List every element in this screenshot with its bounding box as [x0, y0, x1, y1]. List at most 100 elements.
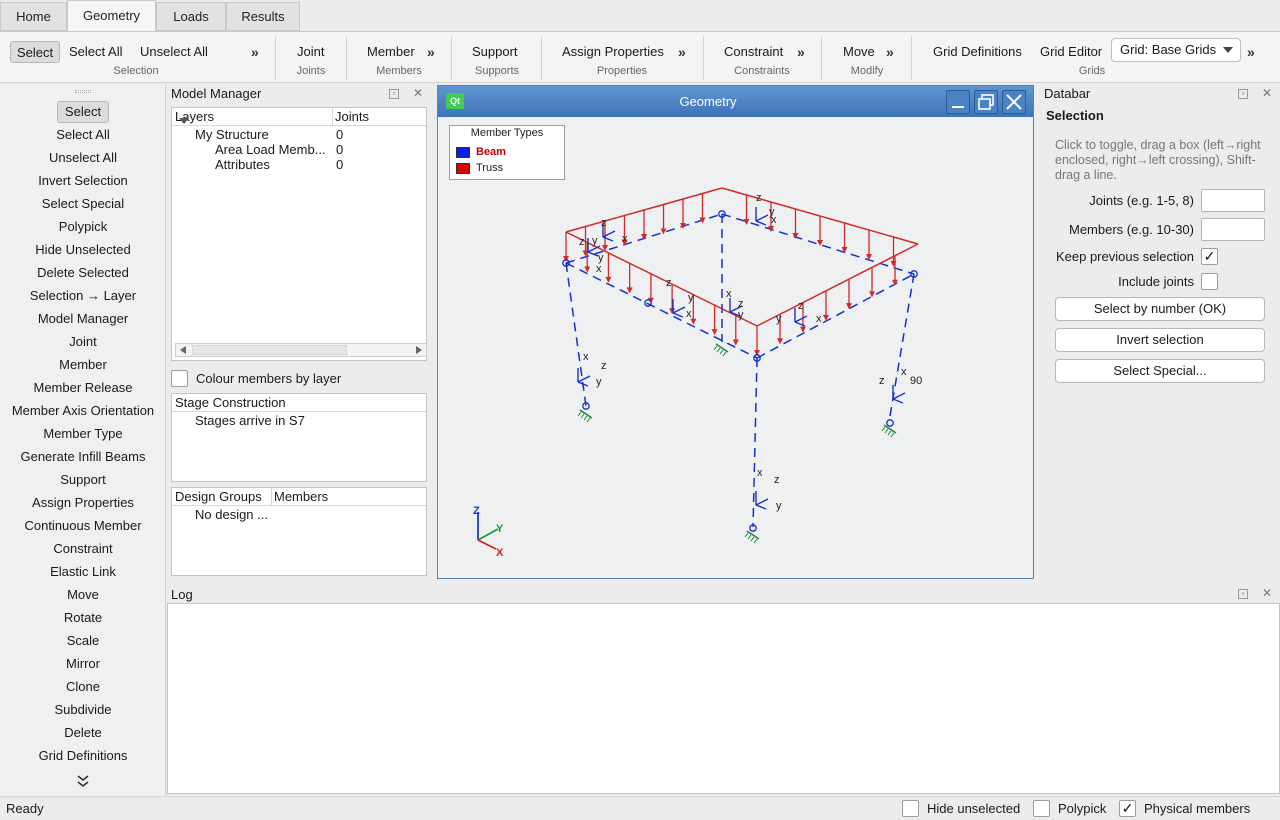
ribbon-grid-editor-button[interactable]: Grid Editor — [1040, 41, 1102, 63]
command-move[interactable]: Move — [0, 584, 166, 606]
command-unselect-all[interactable]: Unselect All — [0, 147, 166, 169]
ribbon-member-button[interactable]: Member — [367, 41, 415, 63]
stage-row[interactable]: Stages arrive in S7 — [195, 413, 305, 428]
command-invert-selection[interactable]: Invert Selection — [0, 170, 166, 192]
load-arrow-head — [584, 266, 591, 273]
maximize-icon[interactable] — [974, 90, 998, 114]
ribbon-grid-definitions-button[interactable]: Grid Definitions — [933, 41, 1022, 63]
close-icon[interactable]: ✕ — [1262, 87, 1272, 99]
ribbon-group-selection: Selection — [113, 65, 159, 77]
command-member-type[interactable]: Member Type — [0, 423, 166, 445]
command-clone[interactable]: Clone — [0, 676, 166, 698]
command-polypick[interactable]: Polypick — [0, 216, 166, 238]
include-joints-label: Include joints — [1118, 274, 1194, 289]
ribbon-support-button[interactable]: Support — [472, 41, 518, 63]
tab-home[interactable]: Home — [0, 2, 67, 31]
log-output[interactable] — [167, 603, 1280, 794]
close-icon[interactable]: ✕ — [1262, 587, 1272, 599]
command-delete-selected[interactable]: Delete Selected — [0, 262, 166, 284]
command-member[interactable]: Member — [0, 354, 166, 376]
expand-triangle-icon[interactable] — [179, 118, 189, 124]
command-subdivide[interactable]: Subdivide — [0, 699, 166, 721]
ribbon-move-button[interactable]: Move — [843, 41, 875, 63]
command-scale[interactable]: Scale — [0, 630, 166, 652]
column-header-design-groups[interactable]: Design Groups — [175, 488, 262, 506]
command-rotate[interactable]: Rotate — [0, 607, 166, 629]
ribbon-selection-more-icon[interactable]: » — [251, 41, 259, 63]
colour-by-layer-checkbox[interactable] — [171, 370, 188, 387]
select-by-number-button[interactable]: Select by number (OK) — [1055, 297, 1265, 321]
invert-selection-button[interactable]: Invert selection — [1055, 328, 1265, 352]
stage-construction-table: Stage Construction Stages arrive in S7 — [171, 393, 427, 482]
select-special-button[interactable]: Select Special... — [1055, 359, 1265, 383]
command-selection-layer[interactable]: Selection → Layer — [0, 285, 166, 307]
scrollbar-thumb[interactable] — [192, 345, 347, 355]
polypick-checkbox[interactable] — [1033, 800, 1050, 817]
command-select-special[interactable]: Select Special — [0, 193, 166, 215]
geometry-titlebar[interactable]: Qt Geometry — [438, 86, 1033, 117]
command-continuous-member[interactable]: Continuous Member — [0, 515, 166, 537]
keep-selection-checkbox[interactable]: ✓ — [1201, 248, 1218, 265]
ribbon-constraint-button[interactable]: Constraint — [724, 41, 783, 63]
ribbon-members-more-icon[interactable]: » — [427, 41, 435, 63]
tree-row-area-load[interactable]: Area Load Memb... — [215, 142, 326, 157]
float-panel-icon[interactable]: ▫ — [389, 89, 399, 99]
ribbon-group-joints: Joints — [296, 65, 326, 77]
members-input[interactable] — [1201, 218, 1265, 241]
hide-unselected-checkbox[interactable] — [902, 800, 919, 817]
ribbon-unselect-all-button[interactable]: Unselect All — [140, 41, 208, 63]
column-header-stage-construction[interactable]: Stage Construction — [175, 394, 286, 412]
float-panel-icon[interactable]: ▫ — [1238, 89, 1248, 99]
members-field-label: Members (e.g. 10-30) — [1069, 222, 1194, 237]
column-header-joints[interactable]: Joints — [335, 108, 369, 126]
grid-select-combo[interactable]: Grid: Base Grids — [1111, 38, 1241, 62]
command-member-release[interactable]: Member Release — [0, 377, 166, 399]
command-assign-properties[interactable]: Assign Properties — [0, 492, 166, 514]
support-hatch — [716, 347, 721, 353]
tab-results[interactable]: Results — [226, 2, 300, 31]
command-member-axis-orientation[interactable]: Member Axis Orientation — [0, 400, 166, 422]
close-icon[interactable] — [1002, 90, 1026, 114]
command-model-manager[interactable]: Model Manager — [0, 308, 166, 330]
command-mirror[interactable]: Mirror — [0, 653, 166, 675]
structure-model-drawing[interactable]: xzy zx90xzyz y xzyxzyxxzy yzxzyxZYX — [438, 117, 1033, 578]
tab-geometry[interactable]: Geometry — [67, 0, 156, 31]
panel-grip-icon[interactable] — [75, 90, 91, 93]
command-joint[interactable]: Joint — [0, 331, 166, 353]
tab-loads[interactable]: Loads — [156, 2, 226, 31]
tree-row-attributes[interactable]: Attributes — [215, 157, 270, 172]
physical-members-checkbox[interactable]: ✓ — [1119, 800, 1136, 817]
axis-label-z: z — [579, 236, 585, 248]
command-constraint[interactable]: Constraint — [0, 538, 166, 560]
column-header-members[interactable]: Members — [274, 488, 328, 506]
close-icon[interactable]: ✕ — [413, 87, 423, 99]
ribbon-select-button[interactable]: Select — [10, 41, 61, 63]
ribbon-properties-more-icon[interactable]: » — [678, 41, 686, 63]
ribbon-assign-properties-button[interactable]: Assign Properties — [562, 41, 664, 63]
ribbon-grids-more-icon[interactable]: » — [1247, 41, 1255, 63]
command-generate-infill-beams[interactable]: Generate Infill Beams — [0, 446, 166, 468]
command-elastic-link[interactable]: Elastic Link — [0, 561, 166, 583]
tree-row-my-structure[interactable]: My Structure — [195, 127, 269, 142]
joints-input[interactable] — [1201, 189, 1265, 212]
ribbon-select-all-button[interactable]: Select All — [69, 41, 122, 63]
minimize-icon[interactable] — [946, 90, 970, 114]
chevron-double-down-icon[interactable] — [76, 774, 90, 791]
scroll-right-icon[interactable] — [416, 346, 422, 354]
ribbon-joint-button[interactable]: Joint — [297, 41, 324, 63]
design-group-row[interactable]: No design ... — [195, 507, 268, 522]
float-panel-icon[interactable]: ▫ — [1238, 589, 1248, 599]
command-support[interactable]: Support — [0, 469, 166, 491]
command-select[interactable]: Select — [0, 101, 166, 123]
geometry-viewport[interactable]: Member Types Beam Truss x z y z x 90 x z y z y x z y x… — [438, 117, 1033, 578]
ribbon-modify-more-icon[interactable]: » — [886, 41, 894, 63]
command-grid-definitions[interactable]: Grid Definitions — [0, 745, 166, 767]
include-joints-checkbox[interactable] — [1201, 273, 1218, 290]
triad-x — [794, 315, 808, 323]
command-select-all[interactable]: Select All — [0, 124, 166, 146]
command-delete[interactable]: Delete — [0, 722, 166, 744]
ribbon-constraints-more-icon[interactable]: » — [797, 41, 805, 63]
command-hide-unselected[interactable]: Hide Unselected — [0, 239, 166, 261]
scroll-left-icon[interactable] — [180, 346, 186, 354]
horizontal-scrollbar[interactable] — [175, 343, 427, 357]
